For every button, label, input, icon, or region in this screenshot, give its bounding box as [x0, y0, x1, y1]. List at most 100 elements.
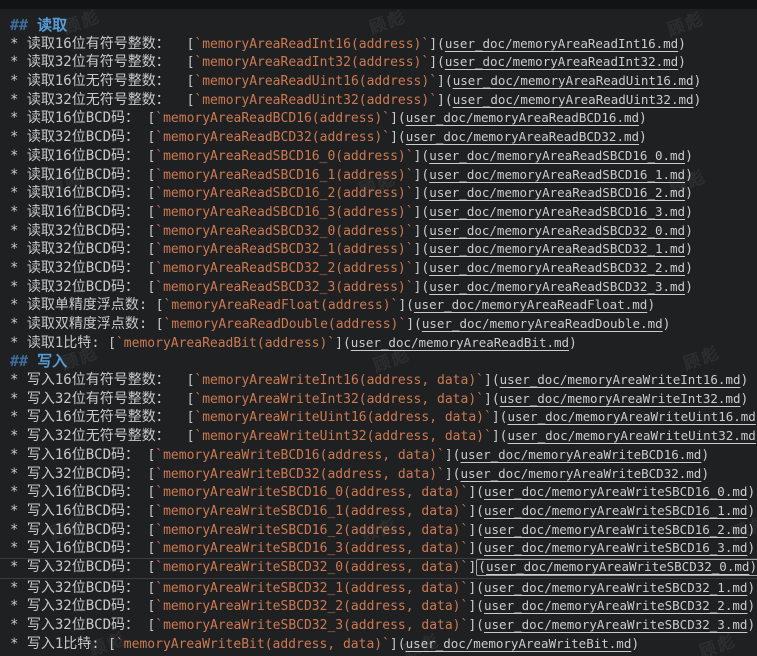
doc-link[interactable]: user_doc/memoryAreaReadUint16.md [453, 73, 694, 88]
doc-link[interactable]: user_doc/memoryAreaReadSBCD16_1.md [429, 167, 685, 182]
heading-hash-marks: ## [10, 352, 37, 370]
md-bracket-close-paren-open: ]( [390, 130, 406, 145]
md-bracket-close-paren-open: ]( [484, 373, 500, 388]
inline-code: `memoryAreaWriteInt32(address, data)` [194, 392, 484, 407]
doc-link[interactable]: user_doc/memoryAreaWriteInt16.md [500, 372, 741, 387]
item-label: * 写入16位BCD码： [10, 447, 147, 463]
md-paren-close: ) [694, 74, 702, 89]
md-paren-close: ) [663, 317, 671, 332]
doc-link[interactable]: user_doc/memoryAreaReadInt16.md [445, 36, 678, 51]
doc-link[interactable]: user_doc/memoryAreaWriteInt32.md [500, 391, 741, 406]
md-bracket-close-paren-open: ]( [468, 618, 484, 633]
list-item: * 读取32位BCD码： [`memoryAreaReadSBCD32_1(ad… [10, 240, 757, 259]
md-bracket-close-paren-open: ]( [468, 581, 484, 596]
item-label: * 读取16位BCD码： [10, 148, 147, 164]
md-paren-close: ) [685, 168, 693, 183]
md-paren-close: ) [747, 523, 755, 538]
doc-link[interactable]: user_doc/memoryAreaReadSBCD16_3.md [429, 204, 685, 219]
md-paren-close: ) [685, 186, 693, 201]
doc-link[interactable]: user_doc/memoryAreaReadSBCD16_2.md [429, 185, 685, 200]
item-label: * 读取双精度浮点数: [10, 316, 156, 332]
doc-link[interactable]: user_doc/memoryAreaWriteSBCD32_0.md [486, 559, 749, 574]
doc-link[interactable]: user_doc/memoryAreaReadDouble.md [422, 316, 663, 331]
list-item: * 读取16位BCD码： [`memoryAreaReadSBCD16_1(ad… [10, 166, 757, 185]
md-bracket-close-paren-open: ]( [414, 186, 430, 201]
md-bracket-close-paren-open: ]( [468, 485, 484, 500]
list-item: * 写入16位BCD码： [`memoryAreaWriteSBCD16_1(a… [10, 502, 757, 521]
md-bracket-close-paren-open: ]( [468, 504, 484, 519]
doc-link[interactable]: user_doc/memoryAreaWriteSBCD32_2.md [484, 598, 747, 613]
inline-code: `memoryAreaWriteUint32(address, data)` [194, 429, 491, 444]
doc-link[interactable]: user_doc/memoryAreaReadSBCD32_2.md [429, 260, 685, 275]
inline-code: `memoryAreaReadSBCD16_0(address)` [155, 149, 413, 164]
md-bracket-close-paren-open: ]( [398, 298, 414, 313]
doc-link[interactable]: user_doc/memoryAreaWriteBCD16.md [461, 447, 702, 462]
md-bracket-open: [ [108, 336, 116, 351]
doc-link[interactable]: user_doc/memoryAreaReadSBCD32_0.md [429, 223, 685, 238]
inline-code: `memoryAreaWriteSBCD16_0(address, data)` [155, 485, 468, 500]
md-paren-close: ) [685, 242, 693, 257]
list-item: * 写入32位BCD码： [`memoryAreaWriteBCD32(addr… [10, 465, 757, 484]
md-paren-close: ) [747, 599, 755, 614]
list-item: * 写入1比特: [`memoryAreaWriteBit(address, d… [10, 635, 757, 654]
inline-code: `memoryAreaWriteSBCD32_3(address, data)` [155, 618, 468, 633]
doc-link[interactable]: user_doc/memoryAreaReadSBCD32_1.md [429, 241, 685, 256]
item-label: * 写入32位BCD码： [10, 580, 147, 596]
md-bracket-close-paren-open: ]( [414, 205, 430, 220]
list-item: * 读取16位BCD码： [`memoryAreaReadSBCD16_3(ad… [10, 203, 757, 222]
item-label: * 读取1比特: [10, 335, 108, 351]
md-bracket-close-paren-open: ]( [414, 168, 430, 183]
md-paren-close: ) [639, 111, 647, 126]
doc-link[interactable]: user_doc/memoryAreaReadUint32.md [453, 92, 694, 107]
section-heading: ## 读取 [10, 16, 757, 35]
doc-link[interactable]: user_doc/memoryAreaWriteSBCD16_0.md [484, 484, 747, 499]
md-bracket-close-paren-open: ]( [437, 93, 453, 108]
item-label: * 读取16位BCD码： [10, 110, 147, 126]
list-item: * 写入16位BCD码： [`memoryAreaWriteSBCD16_0(a… [10, 483, 757, 502]
doc-link[interactable]: user_doc/memoryAreaReadSBCD16_0.md [429, 148, 685, 163]
md-paren-close: ) [631, 637, 639, 652]
md-bracket-close-paren-open: ]( [414, 280, 430, 295]
md-paren-close: ) [694, 93, 702, 108]
list-item: * 读取双精度浮点数: [`memoryAreaReadDouble(addre… [10, 315, 757, 334]
doc-link[interactable]: user_doc/memoryAreaReadSBCD32_3.md [429, 279, 685, 294]
md-paren-close: ) [639, 130, 647, 145]
doc-link[interactable]: user_doc/memoryAreaWriteSBCD16_3.md [484, 540, 747, 555]
md-paren-close: ) [740, 392, 748, 407]
inline-code: `memoryAreaReadBCD32(address)` [155, 130, 390, 145]
doc-link[interactable]: user_doc/memoryAreaReadBCD16.md [406, 110, 639, 125]
inline-code: `memoryAreaWriteSBCD16_1(address, data)` [155, 504, 468, 519]
item-label: * 读取16位有符号整数： [10, 36, 187, 52]
doc-link[interactable]: user_doc/memoryAreaWriteSBCD32_1.md [484, 580, 747, 595]
item-label: * 读取32位BCD码： [10, 260, 147, 276]
doc-link[interactable]: user_doc/memoryAreaWriteSBCD16_2.md [484, 522, 747, 537]
doc-link[interactable]: user_doc/memoryAreaReadBCD32.md [406, 129, 639, 144]
md-bracket-close-paren-open: ]( [390, 637, 406, 652]
md-paren-close: ) [678, 37, 686, 52]
md-bracket-close-paren-open: ]( [468, 523, 484, 538]
item-label: * 读取16位BCD码： [10, 185, 147, 201]
inline-code: `memoryAreaReadSBCD16_3(address)` [155, 205, 413, 220]
md-bracket-close-paren-open: ]( [414, 242, 430, 257]
doc-link[interactable]: user_doc/memoryAreaWriteSBCD32_3.md [484, 617, 747, 632]
md-bracket-close-paren-open: ]( [437, 74, 453, 89]
list-item: * 读取16位BCD码： [`memoryAreaReadSBCD16_0(ad… [10, 147, 757, 166]
doc-link[interactable]: user_doc/memoryAreaWriteUint32.md [507, 428, 755, 443]
md-paren-close: ) [678, 55, 686, 70]
doc-link[interactable]: user_doc/memoryAreaWriteSBCD16_1.md [484, 503, 747, 518]
item-label: * 读取32位BCD码： [10, 241, 147, 257]
inline-code: `memoryAreaReadInt16(address)` [194, 37, 429, 52]
doc-link[interactable]: user_doc/memoryAreaWriteBCD32.md [461, 466, 702, 481]
list-item: * 写入16位无符号整数： [`memoryAreaWriteUint16(ad… [10, 408, 757, 427]
doc-link[interactable]: user_doc/memoryAreaReadBit.md [351, 335, 569, 350]
doc-link[interactable]: user_doc/memoryAreaReadInt32.md [445, 54, 678, 69]
list-item: * 读取32位有符号整数： [`memoryAreaReadInt32(addr… [10, 53, 757, 72]
editor-text-area[interactable]: ## 读取* 读取16位有符号整数： [ `memoryAreaReadInt16… [0, 9, 757, 656]
doc-link[interactable]: user_doc/memoryAreaWriteUint16.md [507, 409, 755, 424]
list-item: * 读取16位BCD码： [`memoryAreaReadBCD16(addre… [10, 109, 757, 128]
inline-code: `memoryAreaWriteSBCD32_0(address, data)` [155, 560, 468, 575]
doc-link[interactable]: user_doc/memoryAreaReadFloat.md [414, 297, 647, 312]
md-bracket-close: ] [468, 560, 476, 575]
doc-link[interactable]: user_doc/memoryAreaWriteBit.md [406, 636, 632, 651]
md-paren-close: ) [569, 336, 577, 351]
